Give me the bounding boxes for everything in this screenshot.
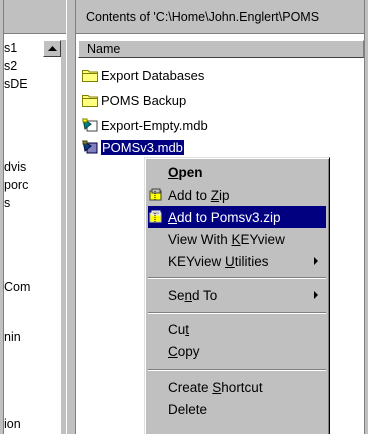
column-header-name[interactable]: Name bbox=[78, 40, 364, 58]
tree-item[interactable]: ion bbox=[4, 417, 21, 431]
winzip-icon bbox=[149, 210, 162, 223]
tree-item[interactable]: s bbox=[4, 196, 10, 210]
menu-item-send-to[interactable]: Send To bbox=[148, 284, 326, 306]
tree-item[interactable]: Com bbox=[4, 280, 30, 294]
tree-item[interactable]: s2 bbox=[4, 59, 17, 73]
context-menu: Open Add to Zip Add to Pomsv3.zip View W… bbox=[144, 157, 330, 434]
file-name: POMSv3.mdb bbox=[100, 138, 185, 156]
submenu-arrow-icon bbox=[314, 291, 318, 299]
file-item-pomsv3-mdb[interactable]: POMSv3.mdb bbox=[82, 138, 185, 156]
access-db-icon bbox=[82, 118, 98, 132]
file-item-poms-backup[interactable]: POMS Backup bbox=[82, 91, 186, 109]
file-item-export-databases[interactable]: Export Databases bbox=[82, 66, 204, 84]
column-name-label: Name bbox=[87, 42, 121, 56]
menu-item-open[interactable]: Open bbox=[148, 161, 326, 183]
submenu-arrow-icon bbox=[314, 257, 318, 265]
contents-header: Contents of 'C:\Home\John.Englert\POMS bbox=[76, 0, 364, 34]
window-frame-right bbox=[364, 0, 368, 434]
menu-item-add-to-pomsv3-zip[interactable]: Add to Pomsv3.zip bbox=[148, 206, 326, 228]
folder-icon bbox=[82, 95, 98, 107]
arrow-up-icon bbox=[47, 45, 57, 51]
folder-icon bbox=[82, 70, 98, 82]
menu-item-copy[interactable]: Copy bbox=[148, 340, 326, 362]
folder-tree-pane[interactable]: s1 s2 sDE dvis porc s Com nin ion bbox=[4, 40, 61, 434]
menu-item-delete[interactable]: Delete bbox=[148, 398, 326, 420]
winzip-icon bbox=[149, 188, 162, 201]
contents-title: Contents of 'C:\Home\John.Englert\POMS bbox=[86, 10, 320, 24]
tree-item[interactable]: sDE bbox=[4, 77, 28, 91]
menu-separator bbox=[148, 312, 326, 314]
tree-item[interactable]: porc bbox=[4, 178, 28, 192]
file-name: POMS Backup bbox=[101, 92, 187, 108]
menu-item-add-to-zip[interactable]: Add to Zip bbox=[148, 184, 326, 206]
pane-splitter[interactable] bbox=[66, 0, 76, 434]
tree-item[interactable]: nin bbox=[4, 330, 21, 344]
menu-item-create-shortcut[interactable]: Create Shortcut bbox=[148, 376, 326, 398]
menu-item-view-with-keyview[interactable]: View With KEYview bbox=[148, 228, 326, 250]
file-name: Export Databases bbox=[101, 67, 205, 83]
tree-header bbox=[4, 0, 66, 34]
scroll-up-button[interactable] bbox=[43, 40, 61, 57]
access-db-icon bbox=[82, 140, 98, 154]
menu-item-keyview-utilities[interactable]: KEYview Utilities bbox=[148, 250, 326, 272]
file-item-export-empty-mdb[interactable]: Export-Empty.mdb bbox=[82, 116, 208, 134]
menu-separator bbox=[148, 277, 326, 279]
file-name: Export-Empty.mdb bbox=[101, 117, 208, 133]
menu-separator bbox=[148, 369, 326, 371]
tree-item[interactable]: dvis bbox=[4, 160, 26, 174]
tree-item[interactable]: s1 bbox=[4, 41, 17, 55]
menu-item-cut[interactable]: Cut bbox=[148, 318, 326, 340]
